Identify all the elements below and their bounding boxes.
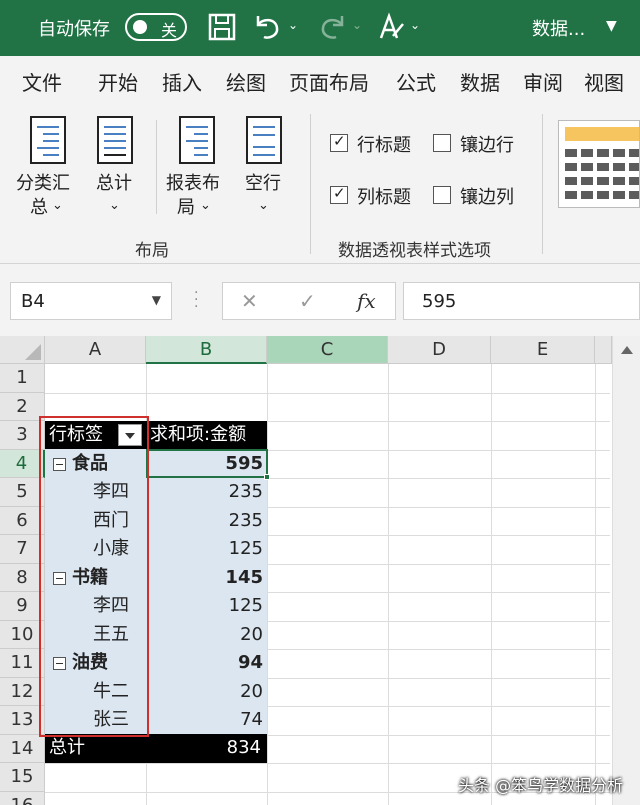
pivot-group-value: 94 [237, 652, 263, 673]
blank-rows-icon [246, 116, 282, 164]
column-header-a[interactable]: A [45, 336, 146, 364]
report-layout-label-2: 局 [177, 197, 195, 218]
style-options-group-label: 数据透视表样式选项 [338, 241, 491, 261]
chevron-down-icon: ⌄ [200, 198, 211, 213]
subtotals-icon [30, 116, 66, 164]
title-bar: 自动保存 关 ⌄ ⌄ ⌄ 数据... ▼ [0, 0, 640, 56]
pivot-item-value: 235 [228, 509, 263, 531]
blank-rows-label: 空行 [245, 173, 281, 194]
menu-view[interactable]: 视图 [584, 67, 624, 96]
insert-function-icon[interactable]: fx [357, 289, 376, 313]
column-header-f[interactable] [595, 336, 612, 364]
pivot-value-header: 求和项:金额 [146, 420, 267, 449]
row-header-1[interactable]: 1 [0, 364, 45, 393]
vertical-scrollbar[interactable] [612, 336, 640, 805]
redo-dropdown-icon[interactable]: ⌄ [352, 18, 362, 32]
resize-handle-icon[interactable]: · · · [194, 286, 198, 314]
chevron-down-icon: ⌄ [109, 198, 120, 213]
menu-draw[interactable]: 绘图 [226, 67, 266, 96]
column-header-c[interactable]: C [267, 336, 388, 364]
pivot-grand-total-value: 834 [146, 734, 267, 763]
format-painter-icon[interactable] [376, 12, 406, 42]
row-header-15[interactable]: 15 [0, 763, 45, 792]
name-box-dropdown-icon[interactable]: ▼ [152, 293, 161, 307]
title-dropdown-icon[interactable]: ▼ [606, 18, 617, 34]
row-header-14[interactable]: 14 [0, 734, 45, 763]
autosave-state: 关 [161, 21, 178, 40]
grand-totals-icon [97, 116, 133, 164]
ribbon-separator [156, 120, 157, 214]
menu-file[interactable]: 文件 [22, 67, 62, 96]
pivot-item-value: 125 [228, 595, 263, 616]
chevron-down-icon: ⌄ [52, 198, 63, 213]
report-layout-label-1: 报表布 [166, 173, 220, 194]
formula-bar: B4 ▼ · · · ✕ ✓ fx 595 [0, 264, 640, 336]
pivot-group-value: 145 [225, 566, 263, 588]
toggle-knob [133, 20, 147, 34]
document-title[interactable]: 数据... [532, 15, 585, 41]
fill-handle[interactable] [264, 474, 270, 480]
save-icon[interactable] [207, 12, 237, 42]
menu-home[interactable]: 开始 [98, 67, 138, 96]
pivot-item-value: 74 [240, 709, 263, 730]
name-box-value: B4 [21, 291, 45, 312]
banded-columns-label: 镶边列 [460, 187, 514, 208]
banded-rows-checkbox[interactable] [433, 134, 451, 152]
autosave-toggle[interactable]: 关 [125, 13, 187, 41]
menu-bar: 文件 开始 插入 绘图 页面布局 公式 数据 审阅 视图 [0, 56, 640, 102]
ribbon: 分类汇 总 ⌄ 总计 ⌄ 报表布 局 ⌄ 空行 ⌄ 布局 ✓ 行标题 镶边行 ✓… [0, 102, 640, 264]
scroll-up-icon[interactable] [621, 346, 633, 354]
formula-buttons: ✕ ✓ fx [222, 282, 396, 320]
banded-rows-label: 镶边行 [460, 135, 514, 156]
chevron-down-icon: ⌄ [258, 198, 269, 213]
column-headers-label: 列标题 [357, 187, 411, 208]
enter-icon[interactable]: ✓ [299, 289, 316, 313]
banded-columns-checkbox[interactable] [433, 186, 451, 204]
row-header-16[interactable]: 16 [0, 791, 45, 805]
customize-toolbar-icon[interactable]: ⌄ [410, 18, 420, 32]
row-headers-label: 行标题 [357, 135, 411, 156]
select-all-button[interactable] [0, 336, 45, 364]
highlight-box [39, 416, 149, 737]
subtotals-label-1: 分类汇 [16, 173, 70, 194]
formula-value: 595 [422, 291, 457, 312]
column-header-e[interactable]: E [491, 336, 595, 364]
ribbon-separator [542, 114, 543, 254]
watermark: 头条 @笨鸟学数据分析 [458, 776, 624, 795]
column-headers-checkbox[interactable] [330, 184, 348, 204]
menu-insert[interactable]: 插入 [162, 67, 202, 96]
pivot-item-value: 20 [240, 623, 263, 645]
pivot-grand-total-label: 总计 [45, 734, 146, 763]
report-layout-icon [179, 116, 215, 164]
name-box[interactable]: B4 ▼ [10, 282, 172, 320]
cancel-icon[interactable]: ✕ [241, 289, 258, 313]
column-header-d[interactable]: D [388, 336, 491, 364]
formula-input[interactable]: 595 [403, 282, 640, 320]
menu-formulas[interactable]: 公式 [396, 67, 436, 96]
redo-icon[interactable] [318, 12, 348, 42]
ribbon-separator [310, 114, 311, 254]
menu-review[interactable]: 审阅 [523, 67, 563, 96]
undo-icon[interactable] [252, 12, 282, 42]
menu-page-layout[interactable]: 页面布局 [289, 67, 369, 96]
pivot-style-gallery-thumbnail[interactable] [558, 120, 640, 208]
pivot-item-value: 20 [240, 680, 263, 702]
autosave-label: 自动保存 [38, 19, 110, 40]
spreadsheet-grid: A B C D E 1 2 3 4 5 6 7 8 9 10 11 12 13 14 15 16 行标签 求和… [0, 336, 640, 805]
menu-data[interactable]: 数据 [460, 67, 500, 96]
pivot-item-value: 235 [228, 481, 263, 502]
layout-group-label: 布局 [135, 241, 169, 261]
row-headers-checkbox[interactable] [330, 132, 348, 152]
subtotals-label-2: 总 [30, 197, 48, 218]
undo-dropdown-icon[interactable]: ⌄ [288, 18, 298, 32]
active-cell-b4[interactable] [146, 449, 270, 480]
grand-totals-label: 总计 [96, 173, 132, 194]
pivot-item-value: 125 [228, 538, 263, 559]
column-header-b[interactable]: B [146, 336, 267, 364]
